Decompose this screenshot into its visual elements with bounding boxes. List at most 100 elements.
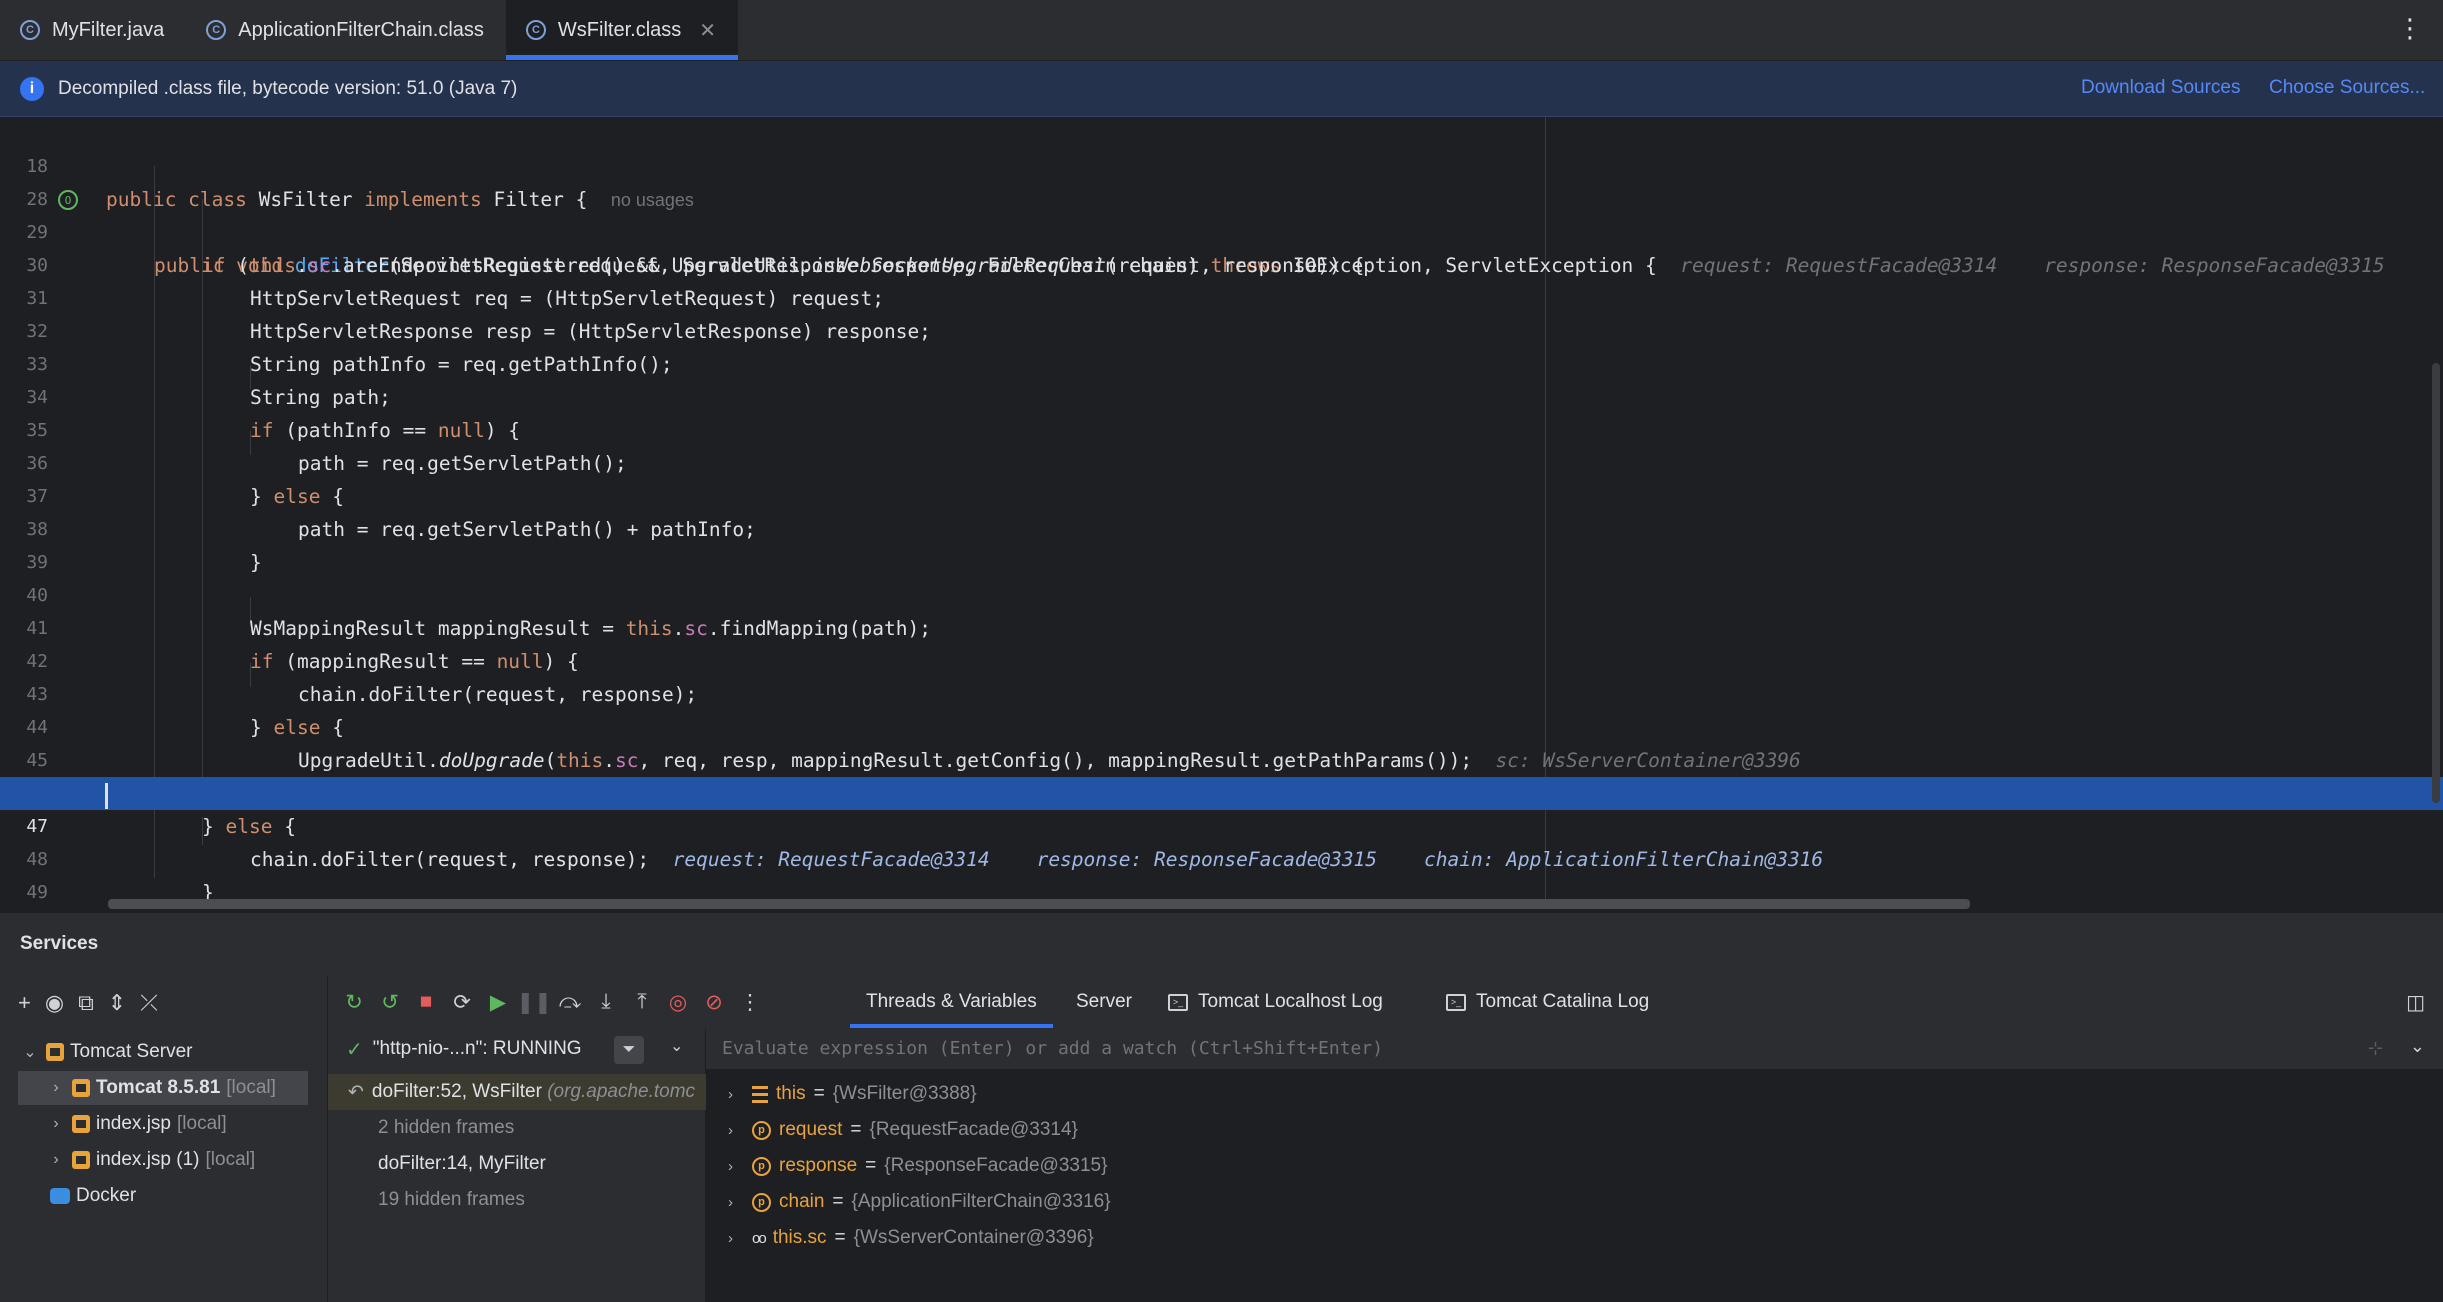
class-icon: C [206,20,227,40]
add-watch-icon[interactable]: ⊹ [2368,1038,2383,1059]
parameter-icon: p [752,1156,771,1176]
chevron-down-icon[interactable]: ⌄ [2410,1036,2425,1057]
expand-all-icon[interactable]: ⇕ [108,990,126,1016]
tree-item-index-jsp-1[interactable]: › index.jsp (1) [local] [46,1143,255,1177]
code-line: 49 } [0,843,2443,903]
step-out-icon[interactable]: ⤒ [624,990,660,1014]
chevron-right-icon[interactable]: › [46,1115,66,1133]
add-icon[interactable]: + [18,990,31,1016]
frame-row[interactable]: doFilter:14, MyFilter [328,1146,706,1182]
rerun-icon[interactable]: ↻ [336,990,372,1015]
tab-tomcat-localhost-log[interactable]: >_ Tomcat Localhost Log [1168,976,1383,1028]
tab-myfilter-java[interactable]: C MyFilter.java [0,0,186,60]
tab-applicationfilterchain-class[interactable]: C ApplicationFilterChain.class [186,0,506,60]
step-into-icon[interactable]: ⤓ [588,990,624,1014]
variable-row[interactable]: › this = {WsFilter@3388} [706,1076,977,1112]
tab-label: ApplicationFilterChain.class [238,18,484,41]
step-over-icon[interactable]: ⤼ [552,990,588,1014]
eye-icon[interactable]: ◉ [45,990,64,1016]
restart-icon[interactable]: ⟳ [444,990,480,1015]
frame-method: 2 hidden frames [378,1117,515,1138]
code-line: 35 path = req.getServletPath(); [0,381,2443,475]
tab-tomcat-catalina-log[interactable]: >_ Tomcat Catalina Log [1446,976,1649,1028]
code-line: 39 [0,513,2443,573]
info-icon: i [20,76,44,101]
current-execution-line: 47 chain.doFilter(request, response); re… [0,777,2443,871]
resume-icon[interactable]: ▶ [480,990,516,1015]
tree-item-tomcat-8581[interactable]: › Tomcat 8.5.81 [local] [18,1071,308,1105]
frame-row[interactable]: ↶ doFilter:52, WsFilter (org.apache.tomc [328,1074,706,1110]
pause-icon[interactable]: ❚❚ [516,990,552,1015]
tab-label: MyFilter.java [52,18,165,41]
choose-sources-link[interactable]: Choose Sources... [2269,77,2425,99]
variables-panel: Evaluate expression (Enter) or add a wat… [706,1028,2443,1302]
hidden-frames-row[interactable]: 2 hidden frames [328,1110,706,1146]
variable-value: {RequestFacade@3314} [869,1119,1078,1140]
chevron-right-icon[interactable]: › [728,1194,744,1211]
code-line: 46 } else { [0,744,2443,838]
tree-item-tag: [local] [177,1113,227,1134]
more-icon[interactable]: ⋮ [732,990,768,1015]
variable-row[interactable]: › p response = {ResponseFacade@3315} [706,1148,1107,1184]
code-line: 41 if (mappingResult == null) { [0,579,2443,673]
layout-icon[interactable]: ◫ [2406,990,2425,1015]
tomcat-icon [46,1043,64,1061]
filter-icon[interactable]: ⏷ [614,1036,644,1064]
code-editor[interactable]: 18 public class WsFilter implements Filt… [0,117,2443,912]
horizontal-scrollbar[interactable] [108,899,1970,909]
variable-row[interactable]: › p chain = {ApplicationFilterChain@3316… [706,1184,1111,1220]
decompiled-banner: i Decompiled .class file, bytecode versi… [0,61,2443,117]
code-line: 18 public class WsFilter implements Filt… [0,117,2443,211]
frame-method: doFilter:14, MyFilter [378,1153,546,1174]
evaluate-expression-input[interactable]: Evaluate expression (Enter) or add a wat… [706,1028,2443,1070]
download-sources-link[interactable]: Download Sources [2081,77,2240,99]
watch-icon: oo [752,1229,767,1247]
variable-row[interactable]: › p request = {RequestFacade@3314} [706,1112,1078,1148]
parameter-icon: p [752,1192,771,1212]
chevron-right-icon[interactable]: › [46,1151,66,1169]
chevron-down-icon[interactable]: ⌄ [20,1042,40,1062]
variable-name: this.sc [772,1227,827,1248]
mute-breakpoints-icon[interactable]: ⊘ [696,990,732,1015]
collapse-all-icon[interactable]: ⤫ [140,990,158,1016]
tree-item-index-jsp[interactable]: › index.jsp [local] [46,1107,227,1141]
tab-label: Tomcat Catalina Log [1476,991,1650,1012]
tree-item-tag: [local] [205,1149,256,1170]
stop-icon[interactable]: ■ [408,990,444,1014]
tomcat-icon [72,1115,90,1133]
chevron-down-icon[interactable]: ⌄ [670,1036,683,1056]
thread-selector[interactable]: ✓ "http-nio-...n": RUNNING [328,1028,706,1070]
tab-server[interactable]: Server [1076,976,1132,1028]
editor-tab-bar: C MyFilter.java C ApplicationFilterChain… [0,0,2443,61]
return-icon: ↶ [348,1081,364,1103]
vertical-scrollbar[interactable] [2432,363,2440,803]
view-breakpoints-icon[interactable]: ◎ [660,990,696,1015]
code-line: 36 } else { [0,414,2443,508]
chevron-right-icon[interactable]: › [728,1230,744,1247]
code-line: 33 String path; [0,315,2443,409]
variable-row[interactable]: › oo this.sc = {WsServerContainer@3396} [706,1220,1094,1256]
more-options-icon[interactable]: ⋮ [2397,14,2423,42]
chevron-right-icon[interactable]: › [46,1079,66,1097]
variable-name: chain [779,1191,825,1212]
hidden-frames-row[interactable]: 19 hidden frames [328,1182,706,1218]
rerun-debug-icon[interactable]: ↺ [372,990,408,1015]
variable-value: {ApplicationFilterChain@3316} [851,1191,1111,1212]
variable-name: response [779,1155,858,1176]
chevron-right-icon[interactable]: › [728,1158,744,1175]
new-tab-icon[interactable]: ⧉ [78,990,94,1016]
services-header: Services [0,912,2443,976]
variable-value: {WsFilter@3388} [832,1083,977,1104]
variable-value: {ResponseFacade@3315} [884,1155,1108,1176]
tab-threads-variables[interactable]: Threads & Variables [850,976,1053,1028]
chevron-right-icon[interactable]: › [728,1122,744,1139]
frame-method: 19 hidden frames [378,1189,525,1210]
tree-item-tomcat-server[interactable]: ⌄ Tomcat Server [20,1035,192,1069]
code-line: 31 HttpServletResponse resp = (HttpServl… [0,249,2443,343]
chevron-right-icon[interactable]: › [728,1086,744,1103]
close-icon[interactable]: ✕ [699,18,716,43]
tab-wsfilter-class[interactable]: C WsFilter.class ✕ [505,0,739,60]
tree-item-docker[interactable]: Docker [50,1179,136,1213]
services-title: Services [20,933,99,954]
code-line: 40 WsMappingResult mappingResult = this.… [0,546,2443,640]
